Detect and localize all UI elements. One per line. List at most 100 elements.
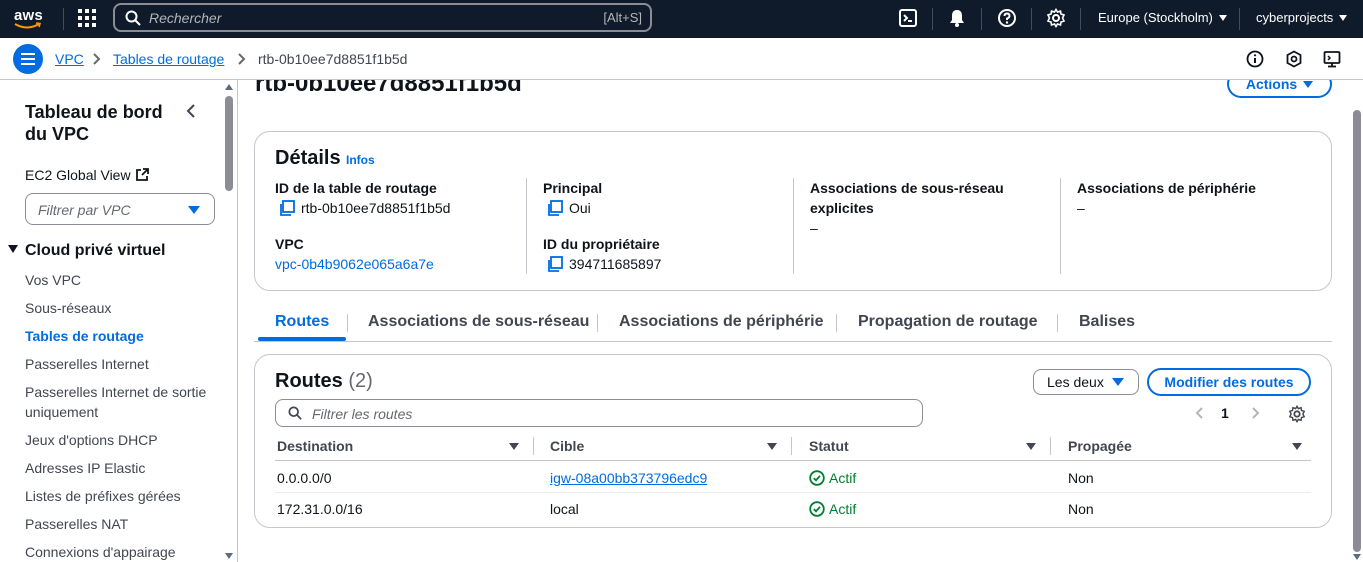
- scroll-down-icon[interactable]: [225, 553, 233, 559]
- current-page-number[interactable]: 1: [1221, 405, 1229, 421]
- divider: [1031, 8, 1032, 30]
- services-grid-icon[interactable]: [78, 9, 96, 27]
- scroll-up-icon[interactable]: [225, 84, 233, 90]
- sidebar-item-internet-gateways[interactable]: Passerelles Internet: [25, 354, 215, 374]
- caret-down-icon: [1303, 81, 1314, 88]
- sidebar-item-egress-only-gateways[interactable]: Passerelles Internet de sortie uniquemen…: [25, 382, 215, 422]
- column-divider: [1050, 437, 1051, 455]
- tab-divider: [347, 314, 348, 332]
- tab-routes[interactable]: Routes: [275, 313, 329, 331]
- tutorial-panel-icon[interactable]: [1323, 50, 1341, 68]
- chevron-right-icon: [93, 53, 101, 65]
- column-header-target[interactable]: Cible: [550, 438, 584, 454]
- breadcrumb-route-tables[interactable]: Tables de routage: [113, 51, 224, 67]
- gear-icon[interactable]: [1046, 8, 1066, 28]
- route-status: Actif: [809, 501, 856, 517]
- search-icon: [288, 406, 302, 420]
- caret-down-icon: [1112, 378, 1124, 386]
- tab-tags[interactable]: Balises: [1079, 313, 1135, 331]
- sidebar-item-elastic-ips[interactable]: Adresses IP Elastic: [25, 458, 215, 478]
- sort-icon[interactable]: [1026, 443, 1036, 450]
- sidebar-item-route-tables[interactable]: Tables de routage: [25, 326, 215, 346]
- tab-subnet-associations[interactable]: Associations de sous-réseau: [368, 313, 589, 331]
- sidebar-section-vpc[interactable]: Cloud privé virtuel: [8, 242, 165, 260]
- breadcrumb-vpc[interactable]: VPC: [55, 51, 84, 67]
- main-value: Oui: [547, 200, 591, 216]
- divider: [1080, 8, 1081, 30]
- tab-edge-associations[interactable]: Associations de périphérie: [619, 313, 824, 331]
- info-icon[interactable]: [1246, 50, 1264, 68]
- subnet-associations-label: Associations de sous-réseau explicites: [810, 180, 1004, 216]
- edit-routes-button[interactable]: Modifier des routes: [1147, 368, 1311, 396]
- tab-route-propagation[interactable]: Propagation de routage: [858, 313, 1038, 331]
- sidebar-ec2-global-view-link[interactable]: EC2 Global View: [25, 167, 149, 183]
- sort-icon[interactable]: [767, 443, 777, 450]
- menu-toggle-button[interactable]: [13, 44, 43, 74]
- sidebar-item-your-vpcs[interactable]: Vos VPC: [25, 270, 215, 290]
- sort-icon[interactable]: [509, 443, 519, 450]
- tab-divider: [1057, 314, 1058, 332]
- details-column: Associations de sous-réseau explicites –: [810, 178, 1061, 274]
- sidebar-scrollbar[interactable]: [225, 96, 233, 191]
- actions-button[interactable]: Actions: [1227, 80, 1332, 98]
- divider: [63, 8, 64, 30]
- route-type-select[interactable]: Les deux: [1033, 369, 1139, 395]
- breadcrumb-current: rtb-0b10ee7d8851f1b5d: [258, 51, 408, 67]
- column-header-destination[interactable]: Destination: [277, 438, 353, 454]
- column-header-status[interactable]: Statut: [809, 438, 849, 454]
- details-info-link[interactable]: Infos: [346, 153, 375, 167]
- sidebar-title[interactable]: Tableau de bord du VPC: [25, 101, 185, 145]
- account-menu[interactable]: cyberprojects: [1256, 10, 1348, 25]
- route-target-link[interactable]: igw-08a00bb373796edc9: [550, 470, 707, 486]
- table-settings-gear-icon[interactable]: [1288, 405, 1306, 423]
- route-propagated: Non: [1068, 470, 1094, 486]
- column-header-propagated[interactable]: Propagée: [1068, 438, 1132, 454]
- global-search-input[interactable]: Rechercher [Alt+S]: [113, 3, 652, 32]
- routes-count: (2): [348, 370, 373, 392]
- scroll-down-icon[interactable]: [1353, 554, 1361, 560]
- route-destination: 0.0.0.0/0: [277, 470, 332, 486]
- copy-icon[interactable]: [547, 256, 563, 272]
- routes-heading: Routes (2): [275, 370, 373, 393]
- tab-divider: [836, 314, 837, 332]
- vpc-filter-select[interactable]: Filtrer par VPC: [25, 193, 215, 225]
- route-status-text: Actif: [829, 470, 857, 486]
- next-page-icon[interactable]: [1252, 407, 1260, 419]
- sidebar-item-subnets[interactable]: Sous-réseaux: [25, 298, 215, 318]
- search-icon: [125, 10, 141, 26]
- main-content: rtb-0b10ee7d8851f1b5d Actions Détails In…: [238, 80, 1363, 562]
- routes-filter-input[interactable]: Filtrer les routes: [275, 399, 923, 427]
- subnet-associations-value: –: [810, 220, 818, 236]
- copy-icon[interactable]: [547, 200, 563, 216]
- feedback-icon[interactable]: [1285, 50, 1303, 68]
- region-selector[interactable]: Europe (Stockholm): [1098, 10, 1227, 25]
- chevron-right-icon: [238, 53, 246, 65]
- edge-associations-value: –: [1077, 200, 1085, 216]
- sidebar-item-nat-gateways[interactable]: Passerelles NAT: [25, 514, 215, 534]
- table-row: 0.0.0.0/0 igw-08a00bb373796edc9 Actif No…: [275, 462, 1311, 493]
- copy-icon[interactable]: [279, 200, 295, 216]
- sidebar-section-label: Cloud privé virtuel: [25, 242, 166, 259]
- sidebar-item-dhcp-options[interactable]: Jeux d'options DHCP: [25, 430, 215, 450]
- details-column: Principal Oui ID du propriétaire 3947116…: [543, 178, 794, 274]
- main-scrollbar[interactable]: [1353, 110, 1361, 552]
- sort-icon[interactable]: [1292, 443, 1302, 450]
- chevron-down-icon: [1339, 15, 1348, 21]
- account-label: cyberprojects: [1256, 10, 1334, 25]
- route-table-id-text: rtb-0b10ee7d8851f1b5d: [301, 200, 451, 216]
- close-sidebar-icon[interactable]: [186, 104, 196, 118]
- previous-page-icon[interactable]: [1196, 407, 1204, 419]
- bell-icon[interactable]: [947, 8, 967, 28]
- top-navigation: aws Rechercher [Alt+S] Europe (Stockholm…: [0, 0, 1363, 38]
- aws-smile-icon: [14, 22, 42, 29]
- cloudshell-icon[interactable]: [898, 8, 918, 28]
- sidebar-item-prefix-lists[interactable]: Listes de préfixes gérées: [25, 486, 215, 506]
- vpc-filter-placeholder: Filtrer par VPC: [38, 202, 131, 218]
- help-icon[interactable]: [997, 8, 1017, 28]
- vpc-link[interactable]: vpc-0b4b9062e065a6a7e: [275, 256, 434, 272]
- caret-down-icon: [188, 206, 200, 214]
- aws-logo[interactable]: aws: [12, 5, 48, 33]
- tab-divider: [597, 314, 598, 332]
- sidebar-item-peering-connections[interactable]: Connexions d'appairage: [25, 542, 215, 562]
- column-divider: [791, 437, 792, 455]
